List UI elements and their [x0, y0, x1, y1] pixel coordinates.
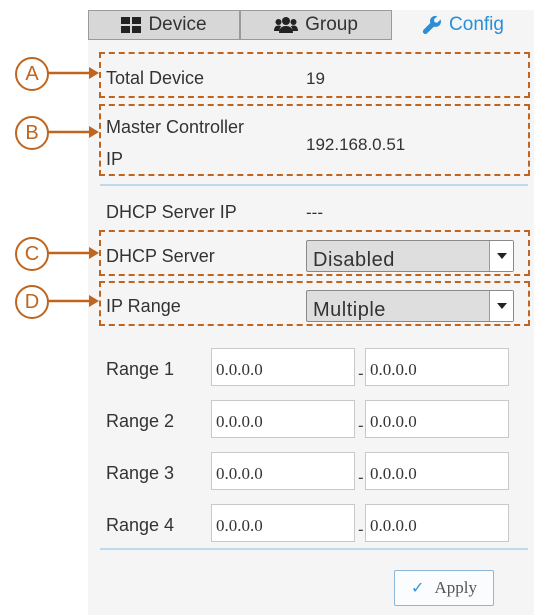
callout-d: D: [15, 285, 49, 319]
range-label: Range 3: [106, 463, 175, 483]
range-separator: -: [358, 364, 364, 383]
annotation-box-c: [99, 230, 530, 276]
tab-device-label: Device: [148, 14, 207, 35]
range-end-input[interactable]: 0.0.0.0: [365, 400, 509, 438]
range-start-input[interactable]: 0.0.0.0: [211, 348, 355, 386]
wrench-icon: [422, 15, 442, 35]
tab-config[interactable]: Config: [392, 10, 534, 40]
range-separator: -: [358, 468, 364, 487]
range-start-input[interactable]: 0.0.0.0: [211, 452, 355, 490]
dhcp-server-ip-value: ---: [306, 203, 323, 222]
dhcp-server-ip-label: DHCP Server IP: [106, 202, 237, 222]
range-separator: -: [358, 520, 364, 539]
grid-icon: [121, 17, 142, 33]
range-label: Range 1: [106, 359, 175, 379]
callout-c: C: [15, 237, 49, 271]
section-divider: [100, 548, 528, 550]
range-start-input[interactable]: 0.0.0.0: [211, 400, 355, 438]
range-label: Range 4: [106, 515, 175, 535]
apply-button[interactable]: ✓ Apply: [394, 570, 494, 606]
callout-b: B: [15, 116, 49, 150]
range-separator: -: [358, 416, 364, 435]
range-end-input[interactable]: 0.0.0.0: [365, 504, 509, 542]
range-end-input[interactable]: 0.0.0.0: [365, 348, 509, 386]
apply-label: Apply: [434, 578, 477, 597]
tab-group[interactable]: Group: [240, 10, 392, 40]
tab-device[interactable]: Device: [88, 10, 240, 40]
annotation-box-d: [99, 281, 530, 326]
annotation-box-b: [99, 104, 530, 176]
check-icon: ✓: [411, 580, 425, 597]
callout-arrows: [48, 67, 99, 307]
users-icon: [274, 16, 299, 34]
callout-a: A: [15, 57, 49, 91]
annotation-box-a: [99, 52, 530, 98]
tab-config-label: Config: [449, 14, 504, 35]
range-end-input[interactable]: 0.0.0.0: [365, 452, 509, 490]
tab-group-label: Group: [305, 14, 358, 35]
range-start-input[interactable]: 0.0.0.0: [211, 504, 355, 542]
range-label: Range 2: [106, 411, 175, 431]
section-divider: [100, 184, 528, 186]
